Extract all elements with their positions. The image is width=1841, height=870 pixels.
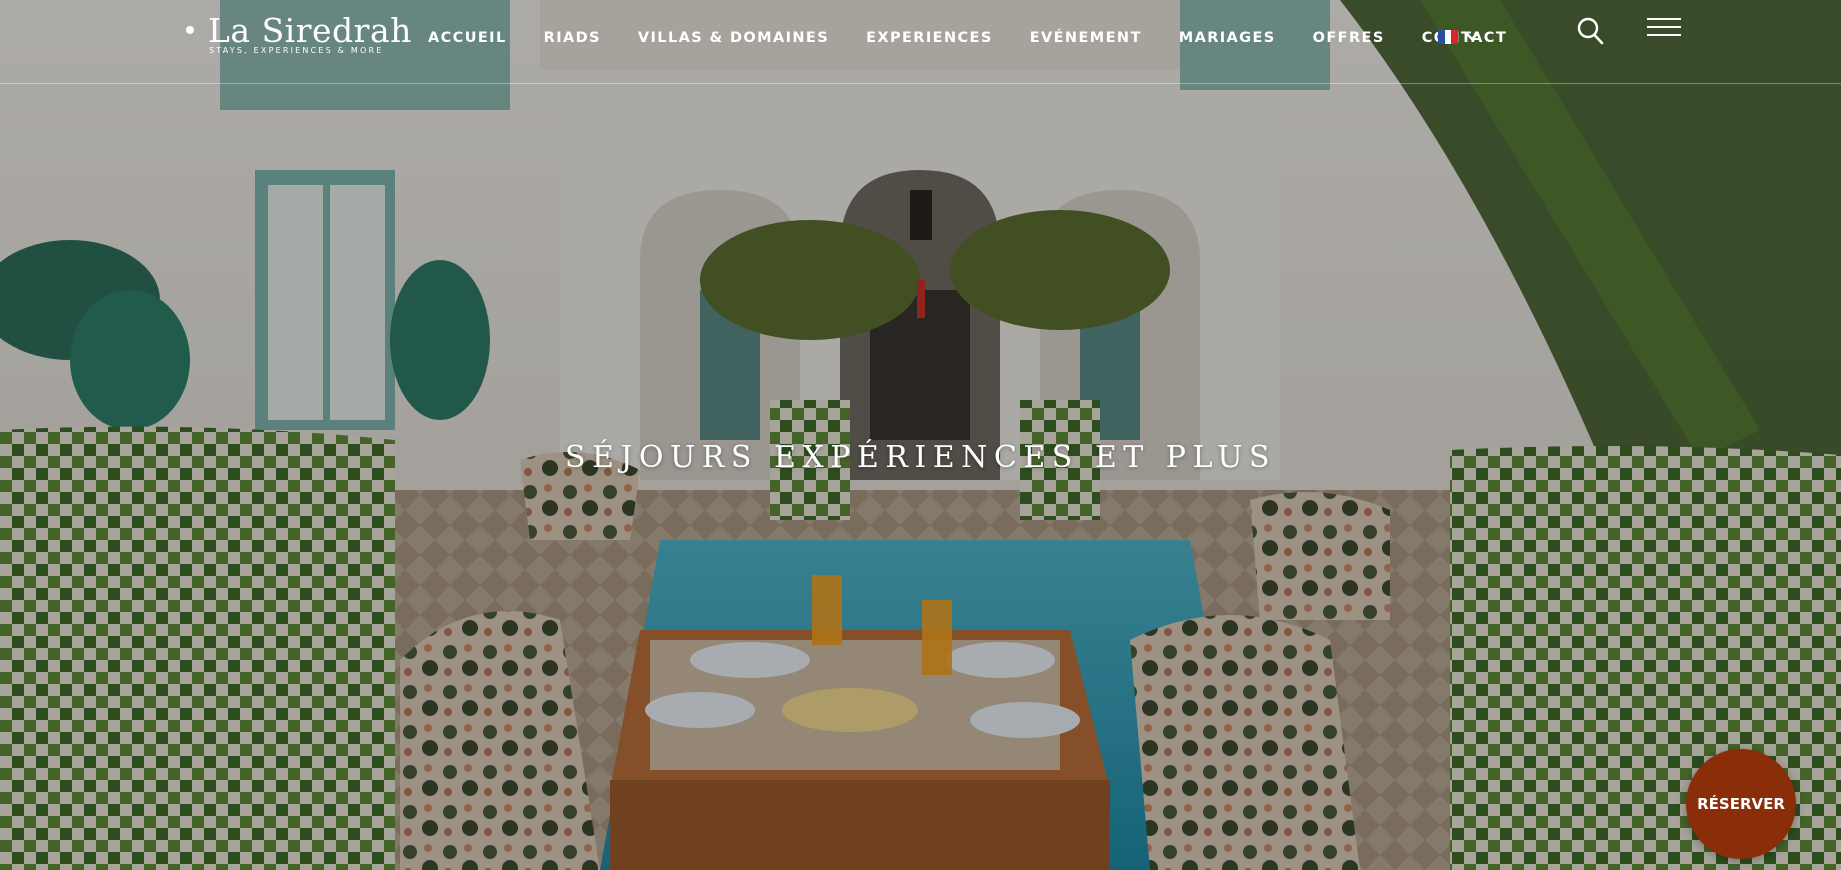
nav-item-villas-domaines[interactable]: VILLAS & DOMAINES [638, 30, 829, 46]
nav-item-riads[interactable]: RIADS [544, 30, 601, 46]
hero-title: SÉJOURS EXPÉRIENCES ET PLUS [564, 440, 1277, 475]
chevron-down-icon [1466, 33, 1478, 41]
reserve-button[interactable]: RÉSERVER [1686, 749, 1796, 859]
brand-logo[interactable]: La Siredrah STAYS, EXPERIENCES & MORE [166, 12, 411, 60]
crescent-moon-icon [172, 20, 194, 52]
site-header: La Siredrah STAYS, EXPERIENCES & MORE AC… [0, 0, 1841, 84]
brand-tagline: STAYS, EXPERIENCES & MORE [209, 46, 384, 55]
main-nav: ACCUEIL RIADS VILLAS & DOMAINES EXPERIEN… [428, 0, 1544, 76]
nav-item-mariages[interactable]: MARIAGES [1179, 30, 1276, 46]
flag-fr-icon [1438, 30, 1459, 44]
language-selector[interactable] [1438, 30, 1478, 44]
nav-item-accueil[interactable]: ACCUEIL [428, 30, 507, 46]
hamburger-menu-icon[interactable] [1646, 17, 1682, 39]
hero-dark-overlay [0, 0, 1841, 870]
nav-item-evenement[interactable]: EVÉNEMENT [1030, 30, 1142, 46]
hero-section: La Siredrah STAYS, EXPERIENCES & MORE AC… [0, 0, 1841, 870]
brand-name: La Siredrah [208, 11, 412, 50]
nav-item-experiences[interactable]: EXPERIENCES [866, 30, 993, 46]
search-icon[interactable] [1576, 16, 1604, 46]
nav-item-offres[interactable]: OFFRES [1313, 30, 1385, 46]
